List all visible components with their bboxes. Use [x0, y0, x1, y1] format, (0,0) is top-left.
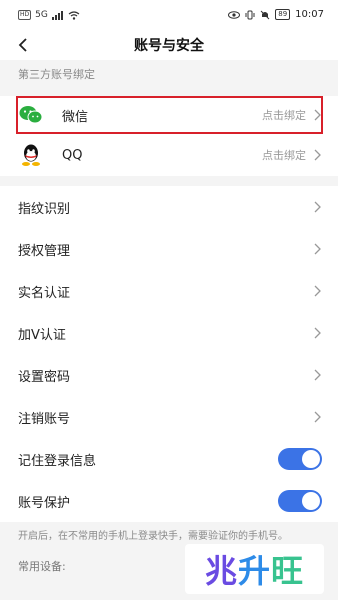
watermark-logo: 兆升旺: [184, 544, 324, 594]
network-badge: HD: [18, 10, 32, 20]
settings-list: 指纹识别 授权管理 实名认证 加V认证 设置密码 注销账号 记住登录信息 账号保…: [0, 186, 338, 522]
watermark-char: 兆: [204, 552, 238, 590]
authorization-row[interactable]: 授权管理: [0, 228, 338, 270]
set-password-row[interactable]: 设置密码: [0, 354, 338, 396]
mute-icon: [260, 10, 270, 19]
qq-bind-row[interactable]: QQ 点击绑定: [0, 134, 338, 176]
real-name-label: 实名认证: [18, 285, 71, 301]
third-party-list: 微信 点击绑定 QQ 点击绑定: [0, 96, 338, 176]
account-protect-toggle[interactable]: [278, 490, 322, 512]
wechat-bind-row[interactable]: 微信 点击绑定: [0, 96, 338, 134]
chevron-right-icon: [312, 200, 322, 214]
nav-bar: 账号与安全: [0, 30, 338, 60]
chevron-right-icon: [312, 148, 322, 162]
fingerprint-row[interactable]: 指纹识别: [0, 186, 338, 228]
chevron-right-icon: [312, 242, 322, 256]
vibrate-icon: [245, 10, 255, 19]
qq-label: QQ: [62, 147, 83, 163]
wechat-bind-hint: 点击绑定: [262, 109, 306, 122]
set-password-label: 设置密码: [18, 369, 71, 385]
v-verify-row[interactable]: 加V认证: [0, 312, 338, 354]
remember-login-row: 记住登录信息: [0, 438, 338, 480]
clock: 10:07: [295, 9, 324, 20]
chevron-right-icon: [312, 108, 322, 122]
account-protect-row: 账号保护: [0, 480, 338, 522]
delete-account-label: 注销账号: [18, 411, 71, 427]
authorization-label: 授权管理: [18, 243, 71, 259]
toggle-knob: [302, 492, 320, 510]
status-bar: HD 5G 89 10:07: [0, 0, 338, 30]
watermark-char: 旺: [270, 552, 304, 590]
real-name-row[interactable]: 实名认证: [0, 270, 338, 312]
qq-bind-hint: 点击绑定: [262, 149, 306, 162]
remember-login-toggle[interactable]: [278, 448, 322, 470]
chevron-right-icon: [312, 410, 322, 424]
chevron-right-icon: [312, 284, 322, 298]
toggle-knob: [302, 450, 320, 468]
back-button[interactable]: [12, 34, 34, 56]
remember-login-label: 记住登录信息: [18, 453, 97, 469]
wechat-label: 微信: [62, 109, 89, 125]
fingerprint-label: 指纹识别: [18, 201, 71, 217]
page-title: 账号与安全: [134, 38, 204, 54]
eye-icon: [228, 10, 241, 19]
delete-account-row[interactable]: 注销账号: [0, 396, 338, 438]
wechat-icon: [18, 102, 44, 128]
account-protect-label: 账号保护: [18, 495, 71, 511]
chevron-right-icon: [312, 326, 322, 340]
wifi-icon: [68, 10, 80, 20]
qq-icon: [18, 142, 44, 168]
signal-label: 5G: [35, 10, 48, 20]
v-verify-label: 加V认证: [18, 327, 66, 343]
chevron-right-icon: [312, 368, 322, 382]
back-arrow-icon: [18, 38, 27, 52]
signal-icon: [51, 10, 63, 20]
third-party-section-header: 第三方账号绑定: [0, 60, 338, 90]
battery-indicator: 89: [275, 9, 291, 20]
watermark-char: 升: [237, 552, 271, 590]
section-gap: [0, 176, 338, 186]
